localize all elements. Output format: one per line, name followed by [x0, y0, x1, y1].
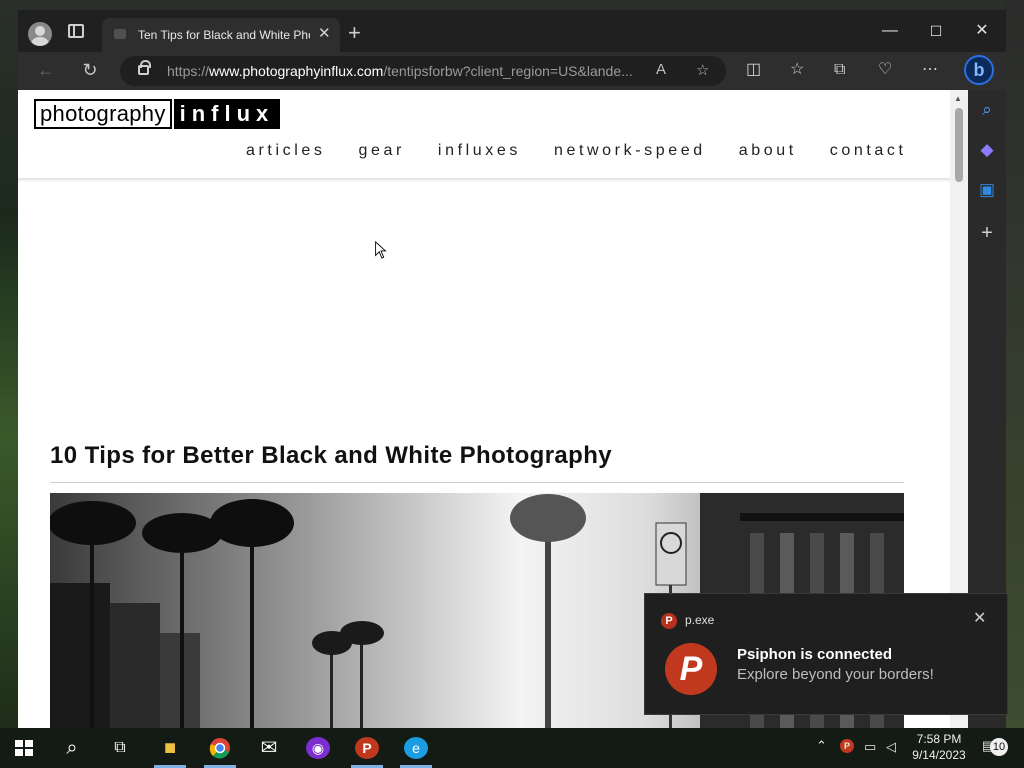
tab-bar: Ten Tips for Black and White Pho ✕ + — ☐…	[18, 10, 1006, 52]
windows-logo-icon	[15, 740, 33, 756]
back-arrow-icon[interactable]: ←	[34, 60, 58, 80]
psiphon-logo-icon: P	[665, 643, 717, 695]
nav-contact[interactable]: contact	[830, 142, 907, 160]
psiphon-button[interactable]: P	[343, 728, 391, 768]
desktop-wallpaper-edge	[1006, 0, 1024, 728]
address-toolbar: ← ↻ https://www.photographyinflux.com/te…	[18, 52, 1006, 90]
scrollbar-thumb[interactable]	[955, 108, 963, 182]
start-button[interactable]	[0, 728, 48, 768]
psiphon-taskbar-icon: P	[355, 737, 379, 759]
search-button[interactable]: ⌕	[48, 728, 96, 768]
clock-time: 7:58 PM	[916, 732, 962, 746]
taskbar: ⌕ ⧉ ■ ✉ ◉ P e ⌃ P ▭ ◁ 7:58 PM 9/14/2023 …	[0, 728, 1024, 768]
article-title: 10 Tips for Better Black and White Photo…	[50, 442, 613, 469]
logo-text-influx: influx	[173, 99, 281, 129]
site-logo[interactable]: photography influx	[34, 99, 281, 129]
url-text[interactable]: https://www.photographyinflux.com/tentip…	[167, 63, 645, 79]
scroll-up-icon[interactable]: ▲	[954, 94, 962, 103]
title-divider	[50, 482, 904, 483]
edge-icon: e	[404, 737, 428, 759]
profile-avatar-icon[interactable]	[28, 22, 52, 46]
browser-essentials-icon[interactable]: ♡	[878, 60, 892, 80]
chrome-icon	[209, 738, 230, 759]
clock-date: 9/14/2023	[912, 748, 966, 762]
tray-chevron-icon[interactable]: ⌃	[816, 738, 827, 768]
bing-copilot-icon[interactable]: b	[964, 55, 994, 85]
copilot-icon[interactable]: ◆	[977, 140, 997, 160]
favorites-icon[interactable]: ☆	[790, 60, 804, 80]
lock-icon[interactable]	[138, 60, 151, 75]
toast-close-icon[interactable]: ✕	[973, 608, 986, 628]
add-sidebar-app-icon[interactable]: +	[977, 222, 997, 245]
collections-icon[interactable]: ⧉	[834, 60, 845, 80]
address-bar[interactable]: https://www.photographyinflux.com/tentip…	[120, 56, 726, 86]
nav-gear[interactable]: gear	[358, 142, 404, 160]
nav-network-speed[interactable]: network-speed	[554, 142, 706, 160]
tab-actions-icon[interactable]	[68, 24, 84, 38]
folder-icon: ■	[163, 737, 177, 759]
network-icon[interactable]: ▭	[864, 739, 876, 768]
app-purple-button[interactable]: ◉	[294, 728, 342, 768]
notification-toast[interactable]: P p.exe ✕ P Psiphon is connected Explore…	[644, 593, 1008, 715]
minimize-icon[interactable]: —	[880, 22, 900, 40]
psiphon-tray-icon[interactable]: P	[840, 739, 854, 753]
psiphon-small-icon: P	[661, 613, 677, 629]
toast-body: Explore beyond your borders!	[737, 666, 934, 683]
mail-icon: ✉	[260, 737, 278, 759]
volume-muted-icon[interactable]: ◁	[886, 739, 896, 768]
read-aloud-icon[interactable]: A	[656, 61, 666, 78]
tab-close-icon[interactable]: ✕	[318, 26, 331, 42]
header-divider	[18, 178, 950, 182]
toast-title: Psiphon is connected	[737, 646, 893, 663]
split-screen-icon[interactable]: ◫	[746, 60, 761, 80]
site-nav: articles gear influxes network-speed abo…	[246, 142, 907, 160]
toast-app-name: p.exe	[685, 613, 715, 627]
tab-favicon-icon	[114, 29, 126, 39]
close-window-icon[interactable]: ✕	[972, 22, 992, 40]
task-view-icon: ⧉	[114, 739, 126, 756]
file-explorer-button[interactable]: ■	[146, 728, 194, 768]
nav-about[interactable]: about	[739, 142, 797, 160]
maximize-icon[interactable]: ☐	[926, 22, 946, 40]
nav-articles[interactable]: articles	[246, 142, 325, 160]
chrome-button[interactable]	[196, 728, 244, 768]
search-icon[interactable]: ⌕	[977, 100, 997, 120]
notification-count-badge: 10	[990, 738, 1008, 756]
mail-button[interactable]: ✉	[245, 728, 293, 768]
nav-influxes[interactable]: influxes	[438, 142, 521, 160]
task-view-button[interactable]: ⧉	[96, 728, 144, 768]
clock[interactable]: 7:58 PM 9/14/2023	[906, 731, 972, 763]
outlook-icon[interactable]: ▣	[977, 180, 997, 200]
edge-button[interactable]: e	[392, 728, 440, 768]
tor-icon: ◉	[306, 737, 330, 759]
refresh-icon[interactable]: ↻	[78, 60, 102, 80]
settings-more-icon[interactable]: ⋯	[922, 60, 938, 80]
logo-text-photography: photography	[34, 99, 172, 129]
mouse-pointer-icon	[375, 241, 387, 259]
new-tab-icon[interactable]: +	[348, 22, 361, 44]
favorite-star-icon[interactable]: ☆	[696, 61, 709, 79]
tab-title: Ten Tips for Black and White Pho	[138, 28, 310, 42]
active-tab[interactable]: Ten Tips for Black and White Pho ✕	[102, 18, 340, 52]
taskbar-search-icon: ⌕	[66, 737, 78, 759]
